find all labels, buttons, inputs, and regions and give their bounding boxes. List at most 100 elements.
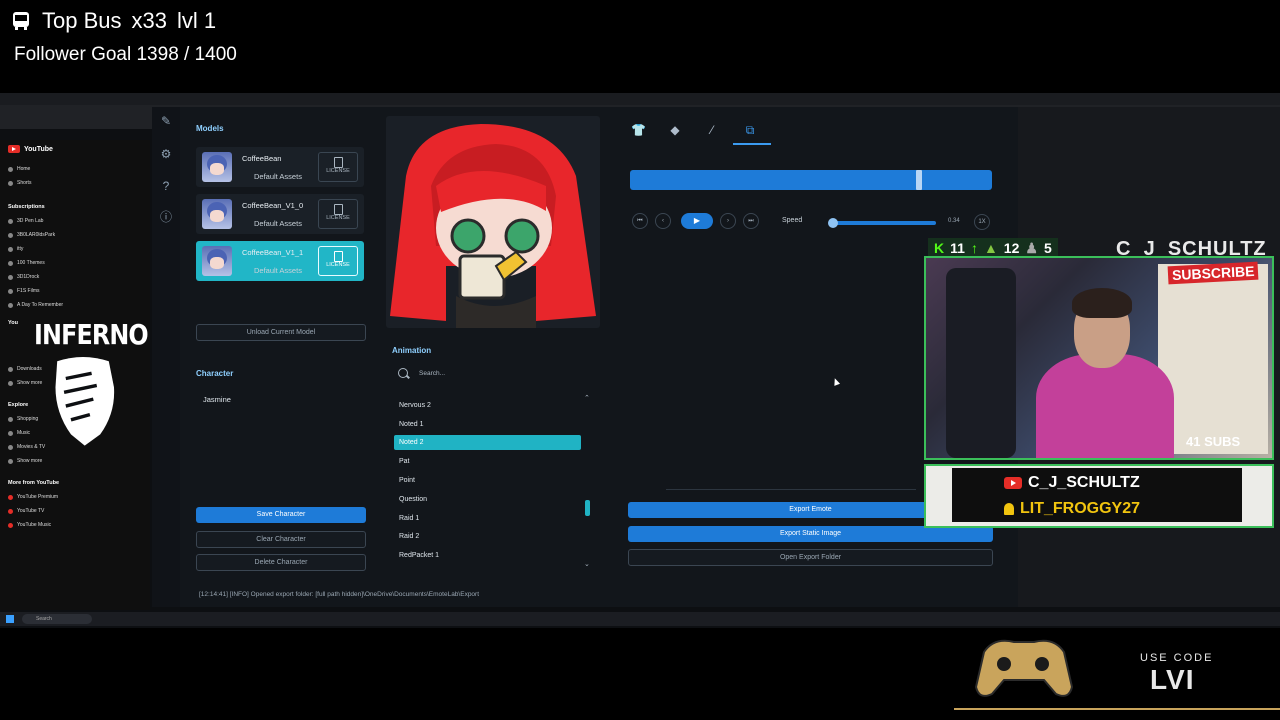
help-icon[interactable]: ?	[159, 179, 173, 193]
character-preview	[386, 116, 600, 328]
yt-nav-shorts[interactable]: Shorts	[8, 180, 31, 186]
step-back-icon[interactable]: ‹	[655, 213, 671, 229]
export-static-image-button[interactable]: Export Static Image	[628, 526, 993, 542]
license-button[interactable]: LICENSE	[318, 199, 358, 229]
shirt-icon[interactable]: 👕	[631, 123, 646, 137]
speed-reset-button[interactable]: 1X	[974, 214, 990, 230]
yt-you-header[interactable]: You	[8, 320, 18, 326]
play-pause-button[interactable]: ▶	[681, 213, 713, 229]
animation-item[interactable]: Point	[394, 473, 581, 488]
yt-tv[interactable]: YouTube TV	[8, 508, 44, 514]
status-log: [12:14:41] [INFO] Opened export folder: …	[199, 591, 480, 598]
license-button[interactable]: LICENSE	[318, 152, 358, 182]
yt-explore-header: Explore	[8, 402, 29, 408]
gear-icon[interactable]: ⚙	[159, 147, 173, 161]
wall-poster	[1158, 264, 1268, 454]
windows-taskbar: Search	[0, 612, 1280, 626]
yt-sub-item[interactable]: 100 Themes	[8, 260, 45, 266]
model-name: CoffeeBean	[242, 154, 282, 163]
channel-avatar	[8, 288, 13, 294]
model-source: Default Assets	[254, 172, 302, 181]
yt-nav-music[interactable]: Music	[8, 430, 30, 436]
yt-premium[interactable]: YouTube Premium	[8, 494, 58, 500]
sponsor-overlay: USE CODE LVI	[950, 630, 1280, 712]
sponsor-code: LVI	[1150, 664, 1195, 695]
character-name[interactable]: Jasmine	[203, 395, 231, 404]
step-forward-icon[interactable]: ›	[720, 213, 736, 229]
yt-sub-item[interactable]: 3D1Drock	[8, 274, 39, 280]
yt-sub-item[interactable]: 3B0LAR0ldsPark	[8, 232, 55, 238]
chevron-down-icon	[8, 458, 13, 464]
bus-level: lvl 1	[176, 8, 217, 33]
animation-search[interactable]: Search...	[392, 366, 596, 382]
animation-item[interactable]: Question	[394, 492, 581, 507]
music-icon	[8, 430, 13, 436]
model-thumbnail	[202, 152, 232, 182]
yt-nav-home[interactable]: Home	[8, 166, 30, 172]
edit-icon[interactable]: ✎	[159, 114, 173, 128]
clear-character-button[interactable]: Clear Character	[196, 531, 366, 548]
youtube-logo[interactable]: YouTube	[8, 145, 53, 153]
search-icon	[398, 368, 408, 378]
youtube-play-icon	[8, 145, 20, 153]
streamer-body	[1036, 354, 1174, 458]
viewers-icon: ♟	[1025, 239, 1038, 256]
unload-model-button[interactable]: Unload Current Model	[196, 324, 366, 341]
chevron-down-icon[interactable]: ⌄	[584, 560, 590, 568]
webcam-overlay: K 11 ↑ ▲ 12 ♟ 5 C_J_SCHULTZ SUBSCRIBE 41…	[916, 238, 1274, 528]
windows-start-icon[interactable]	[6, 615, 14, 623]
animation-title: Animation	[392, 346, 432, 355]
animation-list-scrollbar[interactable]	[585, 500, 590, 516]
speed-slider-track[interactable]	[830, 221, 936, 225]
yt-subscriptions-header[interactable]: Subscriptions	[8, 204, 45, 210]
gaming-chair	[946, 268, 1016, 458]
divider	[666, 489, 916, 490]
timeline-handle[interactable]	[916, 170, 922, 190]
license-icon	[334, 251, 343, 262]
timeline-bar[interactable]	[630, 170, 992, 190]
open-export-folder-button[interactable]: Open Export Folder	[628, 549, 993, 566]
skip-start-icon[interactable]: ⏮	[632, 213, 648, 229]
animation-item[interactable]: Pat	[394, 454, 581, 469]
delete-character-button[interactable]: Delete Character	[196, 554, 366, 571]
chevron-up-icon[interactable]: ⌃	[584, 394, 590, 402]
yt-music[interactable]: YouTube Music	[8, 522, 51, 528]
yt-sub-item[interactable]: F1S Films	[8, 288, 40, 294]
youtube-premium-icon	[8, 494, 13, 500]
yt-sub-item[interactable]: 3D Pen Lab	[8, 218, 43, 224]
animation-item[interactable]: Raid 1	[394, 511, 581, 526]
model-card-selected[interactable]: CoffeeBean_V1_1 Default Assets LICENSE	[196, 241, 364, 281]
channel-avatar	[8, 260, 13, 266]
model-card[interactable]: CoffeeBean Default Assets LICENSE	[196, 147, 364, 187]
export-tab-icon[interactable]: ⧉	[743, 123, 757, 137]
magic-wand-icon[interactable]: ⁄	[705, 123, 719, 137]
info-icon[interactable]: ⓘ	[159, 210, 173, 224]
animation-item[interactable]: Noted 1	[394, 417, 581, 432]
yt-nav-explore-more[interactable]: Show more	[8, 458, 42, 464]
stream-overlay-top: Top Bus x33 lvl 1 Follower Goal 1398 / 1…	[0, 0, 420, 80]
speed-slider-knob[interactable]	[828, 218, 838, 228]
model-card[interactable]: CoffeeBean_V1_0 Default Assets LICENSE	[196, 194, 364, 234]
animation-item[interactable]: Nervous 2	[394, 398, 581, 413]
save-character-button[interactable]: Save Character	[196, 507, 366, 523]
inferno-logo-text: INFERNO	[34, 318, 149, 351]
paint-bucket-icon[interactable]: ◆	[668, 123, 682, 137]
latest-follower-row: LIT_FROGGY27	[1004, 500, 1140, 518]
skip-end-icon[interactable]: ⏭	[743, 213, 759, 229]
yt-sub-item[interactable]: A Day To Remember	[8, 302, 63, 308]
download-icon	[8, 366, 13, 372]
bus-icon	[13, 12, 29, 30]
animation-item-selected[interactable]: Noted 2	[394, 435, 581, 450]
taskbar-search[interactable]: Search	[22, 614, 92, 624]
animation-item[interactable]: RedPacket 1	[394, 548, 581, 563]
license-button[interactable]: LICENSE	[318, 246, 358, 276]
sponsor-underline	[954, 708, 1280, 710]
youtube-music-icon	[8, 522, 13, 528]
animation-item[interactable]: Raid 2	[394, 529, 581, 544]
bus-multiplier: x33	[131, 8, 167, 33]
yt-sub-item[interactable]: itty	[8, 246, 23, 252]
chevron-down-icon	[8, 380, 13, 386]
youtube-name-row: C_J_SCHULTZ	[1004, 474, 1140, 492]
model-source: Default Assets	[254, 266, 302, 275]
bag-icon	[8, 416, 13, 422]
